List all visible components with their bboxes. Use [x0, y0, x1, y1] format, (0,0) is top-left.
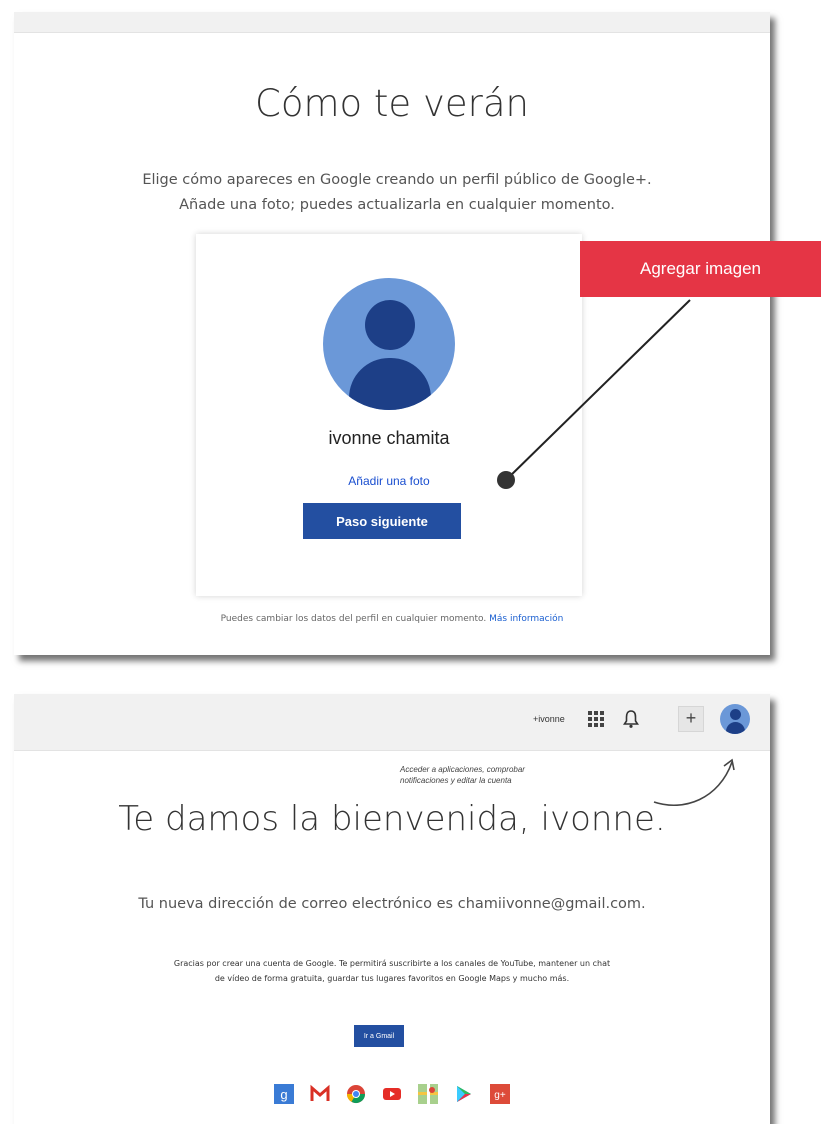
footer-note: Puedes cambiar los datos del perfil en c…: [14, 614, 770, 624]
top-bar: [14, 12, 770, 33]
user-profile-link[interactable]: +ivonne: [533, 714, 565, 724]
avatar-head-shape: [730, 709, 741, 720]
subtitle-line-1: Elige cómo apareces en Google creando un…: [142, 172, 652, 188]
apps-grid-icon[interactable]: [588, 711, 604, 727]
hint-line-2: notificaciones y editar la cuenta: [400, 776, 512, 785]
profile-setup-panel: Cómo te verán Elige cómo apareces en Goo…: [14, 12, 770, 655]
gmail-icon[interactable]: [310, 1084, 330, 1104]
plus-icon[interactable]: +: [678, 706, 704, 732]
avatar-body-shape: [726, 722, 745, 734]
footer-text: Puedes cambiar los datos del perfil en c…: [220, 614, 487, 624]
page-title: Cómo te verán: [255, 82, 529, 125]
hint-line-1: Acceder a aplicaciones, comprobar: [400, 765, 525, 774]
profile-card: ivonne chamita Añadir una foto Paso sigu…: [196, 234, 582, 596]
subtitle-line-2: Añade una foto; puedes actualizarla en c…: [179, 197, 615, 213]
svg-text:g+: g+: [494, 1090, 506, 1101]
avatar-head-shape: [365, 300, 415, 350]
youtube-icon[interactable]: [382, 1084, 402, 1104]
play-store-icon[interactable]: [454, 1084, 474, 1104]
topbar-hint-note: Acceder a aplicaciones, comprobar notifi…: [400, 764, 620, 786]
description-line-2: de vídeo de forma gratuita, guardar tus …: [214, 974, 570, 983]
svg-text:g: g: [280, 1087, 287, 1102]
bell-icon[interactable]: [623, 709, 639, 729]
google-top-bar: +ivonne +: [14, 694, 770, 751]
profile-name: ivonne chamita: [328, 428, 450, 448]
welcome-description: Gracias por crear una cuenta de Google. …: [74, 956, 710, 986]
google-plus-icon[interactable]: g+: [490, 1084, 510, 1104]
more-info-link[interactable]: Más información: [489, 614, 563, 624]
welcome-panel: +ivonne + Acceder a aplicaciones, compro…: [14, 694, 770, 1124]
new-email-text: Tu nueva dirección de correo electrónico…: [138, 896, 646, 912]
go-to-gmail-button[interactable]: Ir a Gmail: [354, 1025, 404, 1047]
description-line-1: Gracias por crear una cuenta de Google. …: [173, 959, 611, 968]
account-avatar[interactable]: [720, 704, 750, 734]
profile-avatar[interactable]: [323, 278, 455, 410]
avatar-body-shape: [349, 358, 431, 410]
maps-icon[interactable]: [418, 1084, 438, 1104]
next-step-button[interactable]: Paso siguiente: [303, 503, 461, 539]
add-photo-link[interactable]: Añadir una foto: [196, 474, 582, 488]
welcome-title: Te damos la bienvenida, ivonne.: [118, 799, 666, 839]
page-subtitle: Elige cómo apareces en Google creando un…: [54, 168, 740, 218]
google-search-icon[interactable]: g: [274, 1084, 294, 1104]
chrome-icon[interactable]: [346, 1084, 366, 1104]
google-apps-row: g g+: [14, 1084, 770, 1104]
add-image-callout: Agregar imagen: [580, 241, 821, 297]
